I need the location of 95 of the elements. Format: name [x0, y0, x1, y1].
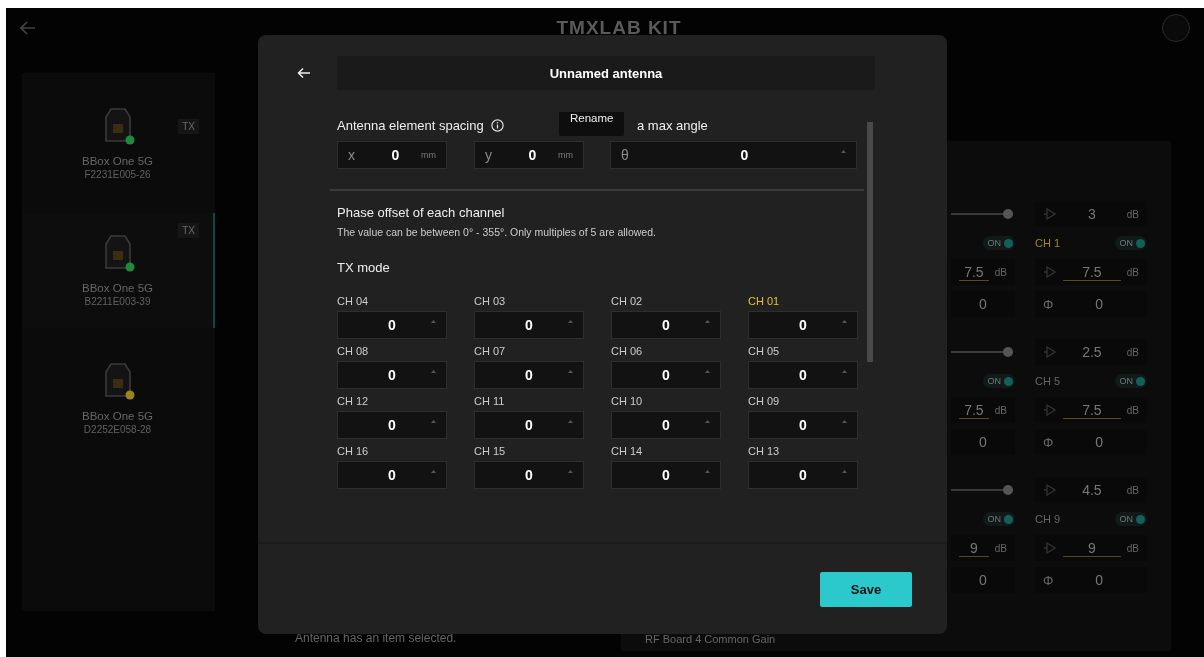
- phase-input[interactable]: 0: [474, 361, 584, 389]
- amplifier-icon: [1043, 542, 1057, 554]
- device-name: BBox One 5G: [82, 409, 153, 422]
- spinner-icon[interactable]: [431, 470, 436, 473]
- device-item[interactable]: TX BBox One 5G F2231E005-26: [22, 73, 215, 213]
- channel-label: CH 01: [748, 295, 781, 307]
- phase-input[interactable]: 0: [748, 461, 858, 489]
- device-serial: B2211E003-39: [84, 296, 151, 307]
- spinner-icon[interactable]: [568, 470, 573, 473]
- spinner-icon[interactable]: [431, 320, 436, 323]
- phase-symbol: Φ: [1043, 572, 1054, 588]
- phase-input[interactable]: 0: [748, 361, 858, 389]
- channel-label: CH 04: [337, 295, 370, 307]
- device-serial: F2231E005-26: [84, 168, 151, 180]
- spinner-icon[interactable]: [568, 320, 573, 323]
- amplifier-icon: [1043, 266, 1057, 278]
- phase-input[interactable]: 0: [748, 411, 858, 439]
- slider-thumb[interactable]: [1003, 209, 1013, 219]
- spinner-icon[interactable]: [842, 420, 847, 423]
- channel-label: CH 11: [474, 395, 506, 407]
- app-logo: TMXLAB KIT: [556, 17, 682, 39]
- field-label: Antenna element spacing: [337, 117, 484, 133]
- phase-input[interactable]: 0: [474, 411, 584, 439]
- phase-hint: The value can be between 0° - 355°. Only multiples of 5 are allowed.: [337, 226, 657, 238]
- channel-label: CH 08: [337, 345, 370, 357]
- antenna-name-field[interactable]: Unnamed antenna: [337, 56, 875, 90]
- phase-input[interactable]: 0: [611, 461, 721, 489]
- device-item[interactable]: BBox One 5G D2252E058-28: [22, 328, 215, 468]
- on-toggle[interactable]: ON: [1114, 236, 1147, 250]
- section-title: Phase offset of each channel: [337, 205, 505, 220]
- phase-symbol: Φ: [1043, 296, 1054, 312]
- amplifier-icon: [1043, 208, 1057, 220]
- phase-input[interactable]: 0: [474, 461, 584, 489]
- spinner-icon[interactable]: [842, 470, 847, 473]
- channel-label: CH 1: [1035, 237, 1061, 249]
- spinner-icon[interactable]: [568, 370, 573, 373]
- spacing-input[interactable]: y 0 mm: [474, 141, 584, 169]
- spinner-icon[interactable]: [431, 420, 436, 423]
- field-label: a max angle: [637, 117, 708, 133]
- spinner-icon[interactable]: [705, 320, 710, 323]
- mode-title: TX mode: [337, 260, 390, 275]
- channel-label: CH 15: [474, 445, 507, 457]
- phase-input[interactable]: 0: [337, 411, 447, 439]
- phase-input[interactable]: 0: [748, 311, 858, 339]
- phase-input[interactable]: 0: [337, 461, 447, 489]
- amplifier-icon: [1043, 484, 1057, 496]
- on-toggle[interactable]: ON: [1114, 374, 1147, 388]
- phase-input[interactable]: 0: [474, 311, 584, 339]
- phase-input[interactable]: 0: [611, 411, 721, 439]
- spinner-icon[interactable]: [705, 370, 710, 373]
- on-toggle[interactable]: ON: [982, 236, 1015, 250]
- channel-label: CH 9: [1035, 513, 1061, 525]
- channel-label: CH 16: [337, 445, 370, 457]
- channel-label: CH 05: [748, 345, 781, 357]
- angle-input[interactable]: θ 0: [610, 141, 857, 169]
- hint-text: Antenna has an item selected.: [295, 631, 457, 645]
- rename-tooltip: Rename: [559, 112, 625, 136]
- spacing-input[interactable]: x 0 mm: [337, 141, 447, 169]
- spinner-icon[interactable]: [568, 420, 573, 423]
- spinner-icon[interactable]: [842, 320, 847, 323]
- phase-input[interactable]: 0: [611, 311, 721, 339]
- tx-badge: TX: [178, 119, 199, 134]
- phase-input[interactable]: 0: [337, 361, 447, 389]
- channel-label: CH 5: [1035, 375, 1061, 387]
- channel-label: CH 13: [748, 445, 781, 457]
- channel-label: CH 14: [611, 445, 644, 457]
- phase-input[interactable]: 0: [337, 311, 447, 339]
- channel-label: CH 09: [748, 395, 781, 407]
- phase-input[interactable]: 0: [611, 361, 721, 389]
- tx-badge: TX: [178, 223, 199, 238]
- amplifier-icon: [1043, 404, 1057, 416]
- phase-symbol: Φ: [1043, 434, 1054, 450]
- on-toggle[interactable]: ON: [1114, 512, 1147, 526]
- info-icon[interactable]: [490, 118, 504, 132]
- spinner-icon[interactable]: [842, 370, 847, 373]
- channel-label: CH 02: [611, 295, 644, 307]
- section-title: RF Board 4 Common Gain: [645, 633, 777, 647]
- on-toggle[interactable]: ON: [982, 512, 1015, 526]
- amplifier-icon: [1043, 346, 1057, 358]
- device-name: BBox One 5G: [82, 154, 153, 167]
- device-serial: D2252E058-28: [83, 423, 152, 435]
- channel-label: CH 03: [474, 295, 507, 307]
- slider-thumb[interactable]: [1003, 347, 1013, 357]
- channel-label: CH 10: [611, 395, 644, 407]
- channel-label: CH 06: [611, 345, 644, 357]
- channel-label: CH 12: [337, 395, 370, 407]
- save-button[interactable]: Save: [820, 572, 912, 607]
- spinner-icon[interactable]: [431, 370, 436, 373]
- device-name: BBox One 5G: [82, 282, 153, 294]
- slider-thumb[interactable]: [1003, 485, 1013, 495]
- channel-label: CH 07: [474, 345, 507, 357]
- spinner-icon[interactable]: [841, 150, 846, 153]
- spinner-icon[interactable]: [705, 470, 710, 473]
- on-toggle[interactable]: ON: [982, 374, 1015, 388]
- spinner-icon[interactable]: [705, 420, 710, 423]
